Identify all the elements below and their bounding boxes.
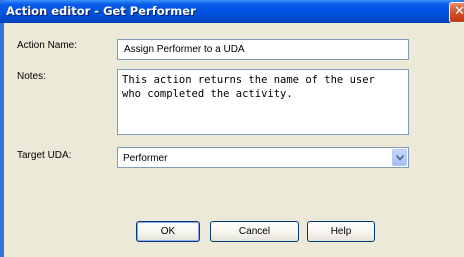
ok-button[interactable]: OK	[136, 221, 200, 242]
target-uda-select[interactable]: Performer	[117, 147, 409, 168]
help-button[interactable]: Help	[307, 221, 375, 242]
action-editor-window: Action editor - Get Performer ✕ Action N…	[0, 0, 464, 257]
dialog-body: Action Name: Assign Performer to a UDA N…	[4, 23, 464, 257]
cancel-button[interactable]: Cancel	[210, 221, 299, 242]
action-name-label: Action Name:	[17, 40, 78, 51]
notes-field[interactable]: This action returns the name of the user…	[117, 69, 409, 135]
action-name-field[interactable]: Assign Performer to a UDA	[117, 39, 409, 60]
window-title: Action editor - Get Performer	[6, 4, 196, 18]
chevron-down-icon	[396, 155, 404, 161]
dropdown-button[interactable]	[392, 149, 407, 166]
close-icon: ✕	[454, 4, 464, 19]
target-uda-label: Target UDA:	[17, 150, 72, 161]
title-bar[interactable]: Action editor - Get Performer ✕	[0, 0, 464, 23]
target-uda-selected-value: Performer	[123, 153, 168, 164]
close-button[interactable]: ✕	[449, 2, 464, 23]
notes-label: Notes:	[17, 71, 46, 82]
